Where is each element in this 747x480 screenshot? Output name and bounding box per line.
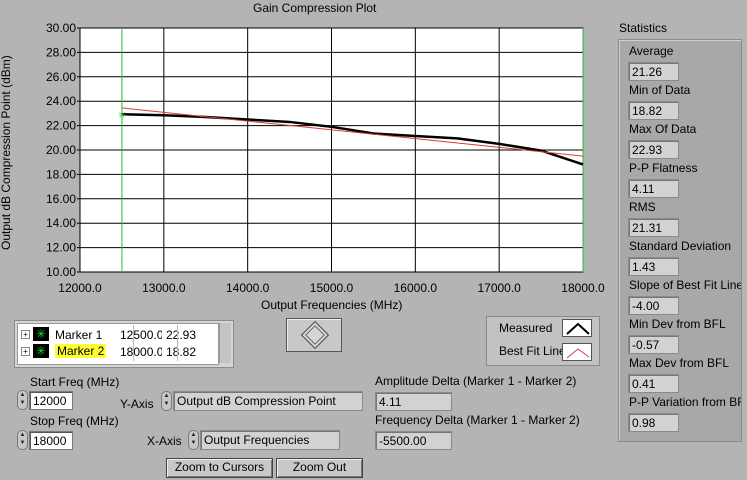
zoom-out-button[interactable]: Zoom Out (276, 458, 363, 478)
marker-point-icon: ✳ (33, 344, 49, 358)
y-tick-label: 22.00 (46, 119, 76, 133)
legend-label-measured: Measured (499, 321, 553, 335)
marker-row[interactable]: + ✳ Marker 2 18000.0 18.82 (19, 344, 219, 360)
x-axis-selector-label: X-Axis (147, 434, 182, 448)
stat-label: Min Dev from BFL (629, 317, 726, 331)
start-freq-input[interactable]: 12000 (29, 391, 73, 410)
marker-x-value: 18000.0 (120, 345, 162, 359)
marker-label: Marker 1 (55, 328, 103, 342)
cursor-move-button[interactable] (286, 318, 342, 352)
y-tick-label: 16.00 (46, 192, 76, 206)
frequency-delta-label: Frequency Delta (Marker 1 - Marker 2) (375, 413, 580, 427)
marker-point-icon: ✳ (33, 327, 49, 341)
stat-value: 0.41 (628, 374, 679, 393)
stat-value: 21.26 (628, 62, 679, 81)
stop-freq-input[interactable]: 18000 (29, 431, 73, 450)
y-axis-selector-label: Y-Axis (120, 397, 154, 411)
statistics-title: Statistics (619, 21, 668, 35)
stat-value: 1.43 (628, 257, 679, 276)
expand-icon[interactable]: + (21, 347, 30, 356)
y-tick-label: 28.00 (46, 45, 76, 59)
y-tick-label: 20.00 (46, 143, 76, 157)
amplitude-delta-label: Amplitude Delta (Marker 1 - Marker 2) (375, 374, 577, 388)
expand-icon[interactable]: + (21, 330, 30, 339)
x-tick-label: 15000.0 (310, 281, 354, 295)
x-axis-label: Output Frequencies (MHz) (261, 298, 403, 312)
stat-label: RMS (629, 200, 656, 214)
gain-compression-graph[interactable]: 12000.0 13000.0 14000.0 15000.0 16000.0 17000… (0, 0, 610, 320)
stat-value: -4.00 (628, 296, 679, 315)
stop-freq-increment[interactable]: ▲ ▼ (17, 430, 28, 450)
marker-y-value: 18.82 (166, 345, 197, 359)
amplitude-delta-value: 4.11 (375, 392, 452, 411)
y-tick-label: 30.00 (46, 21, 76, 35)
stat-label: Max Dev from BFL (629, 356, 730, 370)
y-tick-label: 26.00 (46, 70, 76, 84)
legend-swatch-best-fit[interactable] (562, 343, 592, 361)
stat-value: 21.31 (628, 218, 679, 237)
x-tick-label: 16000.0 (394, 281, 438, 295)
stat-label: Min of Data (629, 83, 691, 97)
marker-label: Marker 2 (55, 344, 107, 358)
stat-label: P-P Variation from BFL (629, 395, 742, 409)
y-axis-selector[interactable]: Output dB Compression Point (173, 391, 363, 411)
stat-value: -0.57 (628, 335, 679, 354)
marker-scrollbar[interactable] (219, 323, 231, 363)
legend-swatch-measured[interactable] (562, 319, 592, 337)
x-tick-label: 18000.0 (561, 281, 605, 295)
stop-freq-label: Stop Freq (MHz) (30, 414, 119, 428)
stat-label: Max Of Data (629, 122, 697, 136)
start-freq-increment[interactable]: ▲ ▼ (17, 390, 28, 410)
stat-label: Standard Deviation (629, 239, 732, 253)
x-tick-label: 12000.0 (58, 281, 102, 295)
marker-y-value: 22.93 (166, 328, 197, 342)
statistics-panel: Average 21.26 Min of Data 18.82 Max Of Data 2… (618, 39, 742, 442)
legend-label-best-fit: Best Fit Line (499, 344, 566, 358)
stat-label: Slope of Best Fit Line (629, 278, 742, 292)
y-tick-label: 10.00 (46, 265, 76, 279)
stat-value: 4.11 (628, 179, 679, 198)
x-axis-selector[interactable]: Output Frequencies (200, 430, 340, 450)
y-tick-label: 14.00 (46, 216, 76, 230)
cursor-point-icon: ✳ (118, 110, 126, 121)
y-tick-label: 12.00 (46, 241, 76, 255)
x-tick-label: 14000.0 (226, 281, 270, 295)
x-axis-ring-arrows[interactable]: ▲ ▼ (188, 430, 199, 450)
stat-value: 18.82 (628, 101, 679, 120)
stat-label: P-P Flatness (629, 161, 698, 175)
frequency-delta-value: -5500.00 (375, 431, 452, 450)
y-tick-label: 18.00 (46, 167, 76, 181)
start-freq-label: Start Freq (MHz) (30, 375, 120, 389)
y-tick-label: 24.00 (46, 94, 76, 108)
marker-row[interactable]: + ✳ Marker 1 12500.0 22.93 (19, 327, 219, 343)
stat-value: 0.98 (628, 413, 679, 432)
x-tick-label: 13000.0 (142, 281, 186, 295)
marker-table[interactable]: + ✳ Marker 1 12500.0 22.93 + ✳ Marker 2 … (14, 320, 234, 368)
x-tick-label: 17000.0 (477, 281, 521, 295)
stat-value: 22.93 (628, 140, 679, 159)
y-axis-ring-arrows[interactable]: ▲ ▼ (161, 391, 172, 411)
plot-legend: Measured Best Fit Line (486, 316, 600, 366)
zoom-to-cursors-button[interactable]: Zoom to Cursors (166, 458, 273, 478)
marker-x-value: 12500.0 (120, 328, 162, 342)
stat-label: Average (629, 44, 674, 58)
